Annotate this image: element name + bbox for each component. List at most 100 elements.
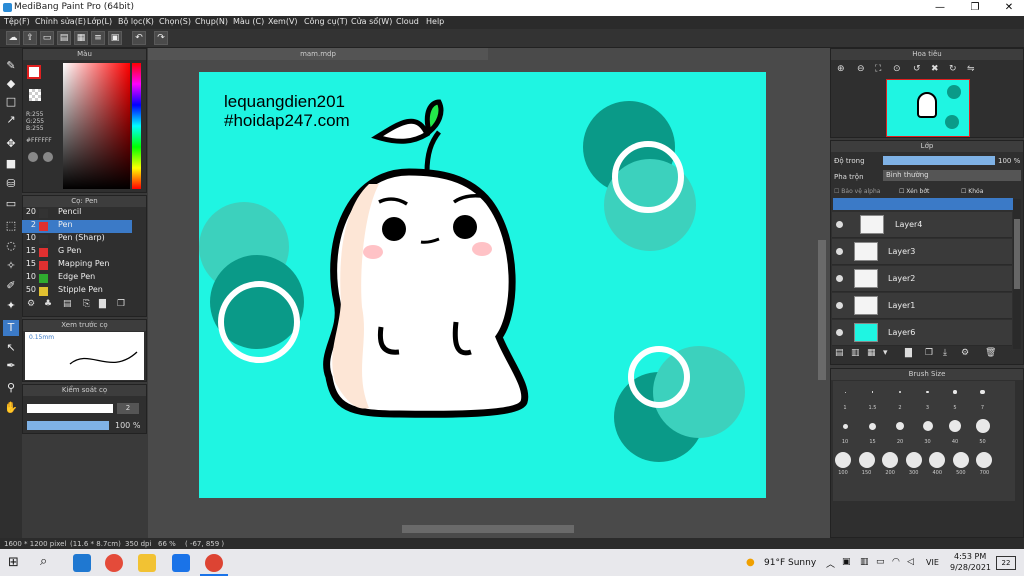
folder-icon[interactable]: ▇ [905, 348, 912, 358]
brush-size-dot[interactable] [905, 452, 922, 468]
magic-wand-icon[interactable]: ✧ [3, 258, 19, 274]
brush-delete-icon[interactable]: ❐ [117, 299, 125, 309]
chrome-icon[interactable] [105, 554, 123, 572]
brush-size-dot[interactable] [844, 391, 846, 393]
brush-size-dot[interactable] [896, 422, 904, 430]
grid-icon[interactable]: ▣ [108, 31, 122, 45]
new-halftone-layer-icon[interactable]: ▦ [867, 348, 876, 358]
canvas-vscroll[interactable] [818, 240, 826, 380]
canvas-hscroll[interactable] [402, 525, 574, 533]
tray-app2-icon[interactable]: ▥ [860, 557, 869, 567]
transparent-swatch[interactable] [29, 89, 41, 101]
brush-size-dot[interactable] [952, 452, 969, 468]
tray-app-icon[interactable]: ▣ [842, 557, 851, 567]
saturation-value-picker[interactable] [63, 63, 130, 189]
visibility-icon[interactable] [836, 248, 843, 255]
brush-size-dot[interactable] [949, 420, 961, 432]
brush-size-dot[interactable] [980, 389, 985, 395]
battery-icon[interactable]: ▭ [876, 557, 885, 567]
brush-list-item[interactable]: 20 Pencil [22, 207, 132, 220]
palette-icon[interactable] [28, 152, 38, 162]
menu-edit[interactable]: Chỉnh sửa(E) [35, 17, 86, 26]
undo-icon[interactable]: ↶ [132, 31, 146, 45]
brush-add-icon[interactable]: ▤ [63, 299, 72, 309]
clip-checkbox[interactable]: ☐ Xén bớt [899, 188, 929, 195]
move-tool-icon[interactable]: ✥ [3, 136, 19, 152]
brush-size-dot[interactable] [835, 452, 851, 468]
search-icon[interactable]: ⌕ [40, 554, 47, 569]
tray-chevron-icon[interactable]: ︿ [826, 557, 835, 570]
brush-list-item[interactable]: 15 Mapping Pen [22, 259, 132, 272]
select-tool-icon[interactable]: ⬚ [3, 218, 19, 234]
layer-blend-select[interactable]: Bình thường [883, 170, 1021, 181]
fit-icon[interactable]: ⛶ [875, 64, 881, 74]
gradient-tool-icon[interactable]: ▭ [3, 196, 19, 212]
visibility-icon[interactable] [836, 302, 843, 309]
wifi-icon[interactable]: ◠ [892, 557, 900, 567]
navigator-preview[interactable] [886, 79, 970, 137]
text-tool-icon[interactable]: T [3, 320, 19, 336]
palette-add-icon[interactable] [43, 152, 53, 162]
brush-size-dot[interactable] [953, 390, 957, 394]
layer-row[interactable]: Layer1 [832, 293, 1012, 319]
visibility-icon[interactable] [836, 221, 843, 228]
rotate-right-icon[interactable]: ↻ [949, 64, 957, 74]
layer-row[interactable]: Layer3 [832, 239, 1012, 265]
edge-browser-icon[interactable] [73, 554, 91, 572]
windows-start-icon[interactable]: ⊞ [8, 555, 19, 570]
minimize-button[interactable]: — [925, 0, 955, 16]
weather-icon[interactable]: ● [746, 557, 755, 568]
weather-text[interactable]: 91°F Sunny [764, 558, 816, 568]
list-icon[interactable]: ≡ [91, 31, 105, 45]
brush-size-dot[interactable] [922, 421, 933, 431]
volume-icon[interactable]: ◁ [907, 557, 914, 567]
actual-size-icon[interactable]: ⊙ [893, 64, 901, 74]
menu-layer[interactable]: Lớp(L) [87, 17, 112, 26]
brush-size-dot[interactable] [975, 419, 990, 433]
brush-size-dot[interactable] [842, 423, 848, 429]
maximize-button[interactable]: ❐ [960, 0, 990, 16]
brush-opacity-slider[interactable] [27, 421, 109, 430]
menu-file[interactable]: Tệp(F) [4, 17, 30, 26]
brush-menu-icon[interactable]: ♣ [44, 299, 52, 309]
menu-help[interactable]: Help [426, 17, 444, 26]
hue-slider[interactable] [132, 63, 141, 189]
menu-view[interactable]: Xem(V) [268, 17, 298, 26]
layer-list-scrollbar[interactable] [1013, 199, 1021, 349]
layer-row[interactable]: Layer2 [832, 266, 1012, 292]
eraser-tool-icon[interactable]: ◆ [3, 76, 19, 92]
brush-list-item[interactable]: 15 G Pen [22, 246, 132, 259]
brush-folder-icon[interactable]: ▇ [99, 299, 106, 309]
share-icon[interactable]: ⇪ [23, 31, 37, 45]
chrome-window-icon[interactable] [205, 554, 223, 572]
rect-select-icon[interactable]: □ [3, 94, 19, 110]
select-pen-icon[interactable]: ✐ [3, 278, 19, 294]
zalo-icon[interactable] [172, 554, 190, 572]
layer-menu-icon[interactable]: ▾ [883, 348, 888, 358]
layer-opacity-slider[interactable] [883, 156, 995, 165]
zoom-in-icon[interactable]: ⊕ [837, 64, 845, 74]
menu-window[interactable]: Cửa sổ(W) [351, 17, 392, 26]
operation-tool-icon[interactable]: ↖ [3, 340, 19, 356]
zoom-out-icon[interactable]: ⊖ [857, 64, 865, 74]
merge-layer-icon[interactable]: ⤓ [943, 348, 947, 358]
brush-list-item[interactable]: 10 Edge Pen [22, 272, 132, 285]
duplicate-layer-icon[interactable]: ❐ [925, 348, 933, 358]
chat-icon[interactable]: ▤ [57, 31, 71, 45]
document-tab[interactable]: mam.mdp [148, 48, 488, 60]
reset-icon[interactable]: ✖ [931, 64, 939, 74]
delete-layer-icon[interactable]: 🗑 [985, 348, 996, 358]
comment-icon[interactable]: ▭ [40, 31, 54, 45]
menu-tools[interactable]: Công cụ(T) [304, 17, 348, 26]
menu-snap[interactable]: Chụp(N) [195, 17, 228, 26]
layer-row[interactable]: Layer4 [832, 212, 1012, 238]
brush-size-dot[interactable] [869, 422, 876, 430]
rotate-left-icon[interactable]: ↺ [913, 64, 921, 74]
select-eraser-icon[interactable]: ✦ [3, 298, 19, 314]
flip-icon[interactable]: ⇋ [967, 64, 975, 74]
brush-list-item[interactable]: 2 Pen [22, 220, 132, 233]
clock-time[interactable]: 4:53 PM [954, 552, 986, 561]
brush-tool-icon[interactable]: ✎ [3, 58, 19, 74]
lasso-tool-icon[interactable]: ◌ [3, 238, 19, 254]
brush-size-dot[interactable] [926, 390, 929, 394]
